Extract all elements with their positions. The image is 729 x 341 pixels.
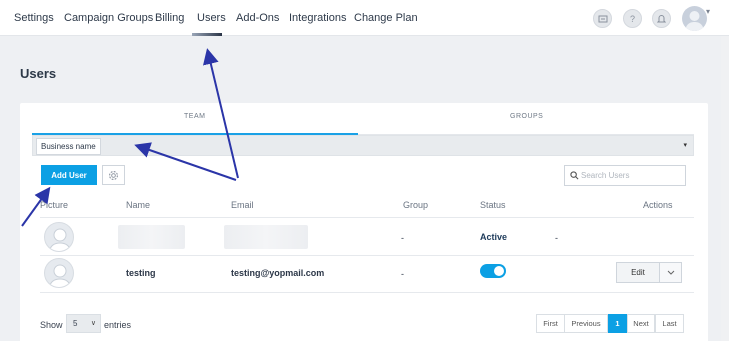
- edit-button[interactable]: Edit: [616, 262, 660, 283]
- user-avatar[interactable]: [682, 6, 707, 31]
- entries-value: 5: [73, 319, 78, 328]
- nav-settings[interactable]: Settings: [14, 12, 54, 24]
- col-header-actions: Actions: [643, 200, 673, 210]
- tab-team[interactable]: TEAM: [184, 113, 205, 120]
- redacted-name: [118, 225, 185, 249]
- chevron-down-icon: [667, 270, 674, 275]
- gear-icon: [109, 170, 118, 180]
- top-nav: Settings Campaign Groups Billing Users A…: [0, 0, 729, 36]
- search-icon: [570, 171, 579, 180]
- tab-groups[interactable]: GROUPS: [510, 113, 543, 120]
- nav-users[interactable]: Users: [197, 12, 226, 24]
- row-divider: [40, 255, 694, 256]
- page-next[interactable]: Next: [627, 314, 655, 333]
- edit-dropdown-toggle[interactable]: [660, 262, 682, 283]
- col-header-status: Status: [480, 200, 506, 210]
- extra-value: -: [555, 233, 558, 243]
- col-header-picture: Picture: [40, 200, 69, 210]
- nav-campaign-groups[interactable]: Campaign Groups: [64, 12, 153, 24]
- status-toggle[interactable]: [480, 264, 506, 278]
- scrollbar[interactable]: [721, 36, 729, 341]
- search-input[interactable]: [581, 169, 681, 182]
- user-email: testing@yopmail.com: [231, 268, 325, 278]
- bell-icon[interactable]: [652, 9, 671, 28]
- entries-label: entries: [104, 320, 132, 330]
- page-last[interactable]: Last: [655, 314, 684, 333]
- row-divider: [40, 292, 694, 293]
- col-header-group: Group: [403, 200, 429, 210]
- feedback-icon[interactable]: [593, 9, 612, 28]
- add-user-button[interactable]: Add User: [41, 165, 97, 185]
- show-label: Show: [40, 320, 63, 330]
- group-value: -: [401, 269, 404, 279]
- business-select[interactable]: Business name ▾: [32, 135, 694, 156]
- users-card: TEAM GROUPS Business name ▾ Add User Pic…: [20, 103, 708, 341]
- caret-down-icon: ▾: [683, 142, 687, 149]
- page-previous[interactable]: Previous: [564, 314, 608, 333]
- page-1[interactable]: 1: [608, 314, 627, 333]
- settings-button[interactable]: [102, 165, 125, 185]
- entries-select[interactable]: 5 ∨: [66, 314, 101, 333]
- chevron-down-icon: ∨: [90, 320, 96, 327]
- nav-billing[interactable]: Billing: [155, 12, 184, 24]
- col-header-name: Name: [126, 200, 151, 210]
- avatar: [44, 222, 74, 252]
- redacted-email: [224, 225, 308, 249]
- col-header-email: Email: [231, 200, 254, 210]
- help-icon[interactable]: ?: [623, 9, 642, 28]
- nav-active-indicator: [192, 33, 222, 36]
- nav-add-ons[interactable]: Add-Ons: [236, 12, 279, 24]
- group-value: -: [401, 233, 404, 243]
- search-users-field[interactable]: [564, 165, 686, 186]
- avatar: [44, 258, 74, 288]
- nav-integrations[interactable]: Integrations: [289, 12, 346, 24]
- page-title: Users: [20, 66, 57, 81]
- page-first[interactable]: First: [536, 314, 565, 333]
- status-badge: Active: [480, 232, 508, 242]
- row-divider: [40, 217, 694, 218]
- user-name: testing: [126, 268, 156, 278]
- chevron-down-icon[interactable]: ▾: [706, 7, 710, 16]
- business-select-value: Business name: [36, 138, 101, 155]
- nav-change-plan[interactable]: Change Plan: [354, 12, 418, 24]
